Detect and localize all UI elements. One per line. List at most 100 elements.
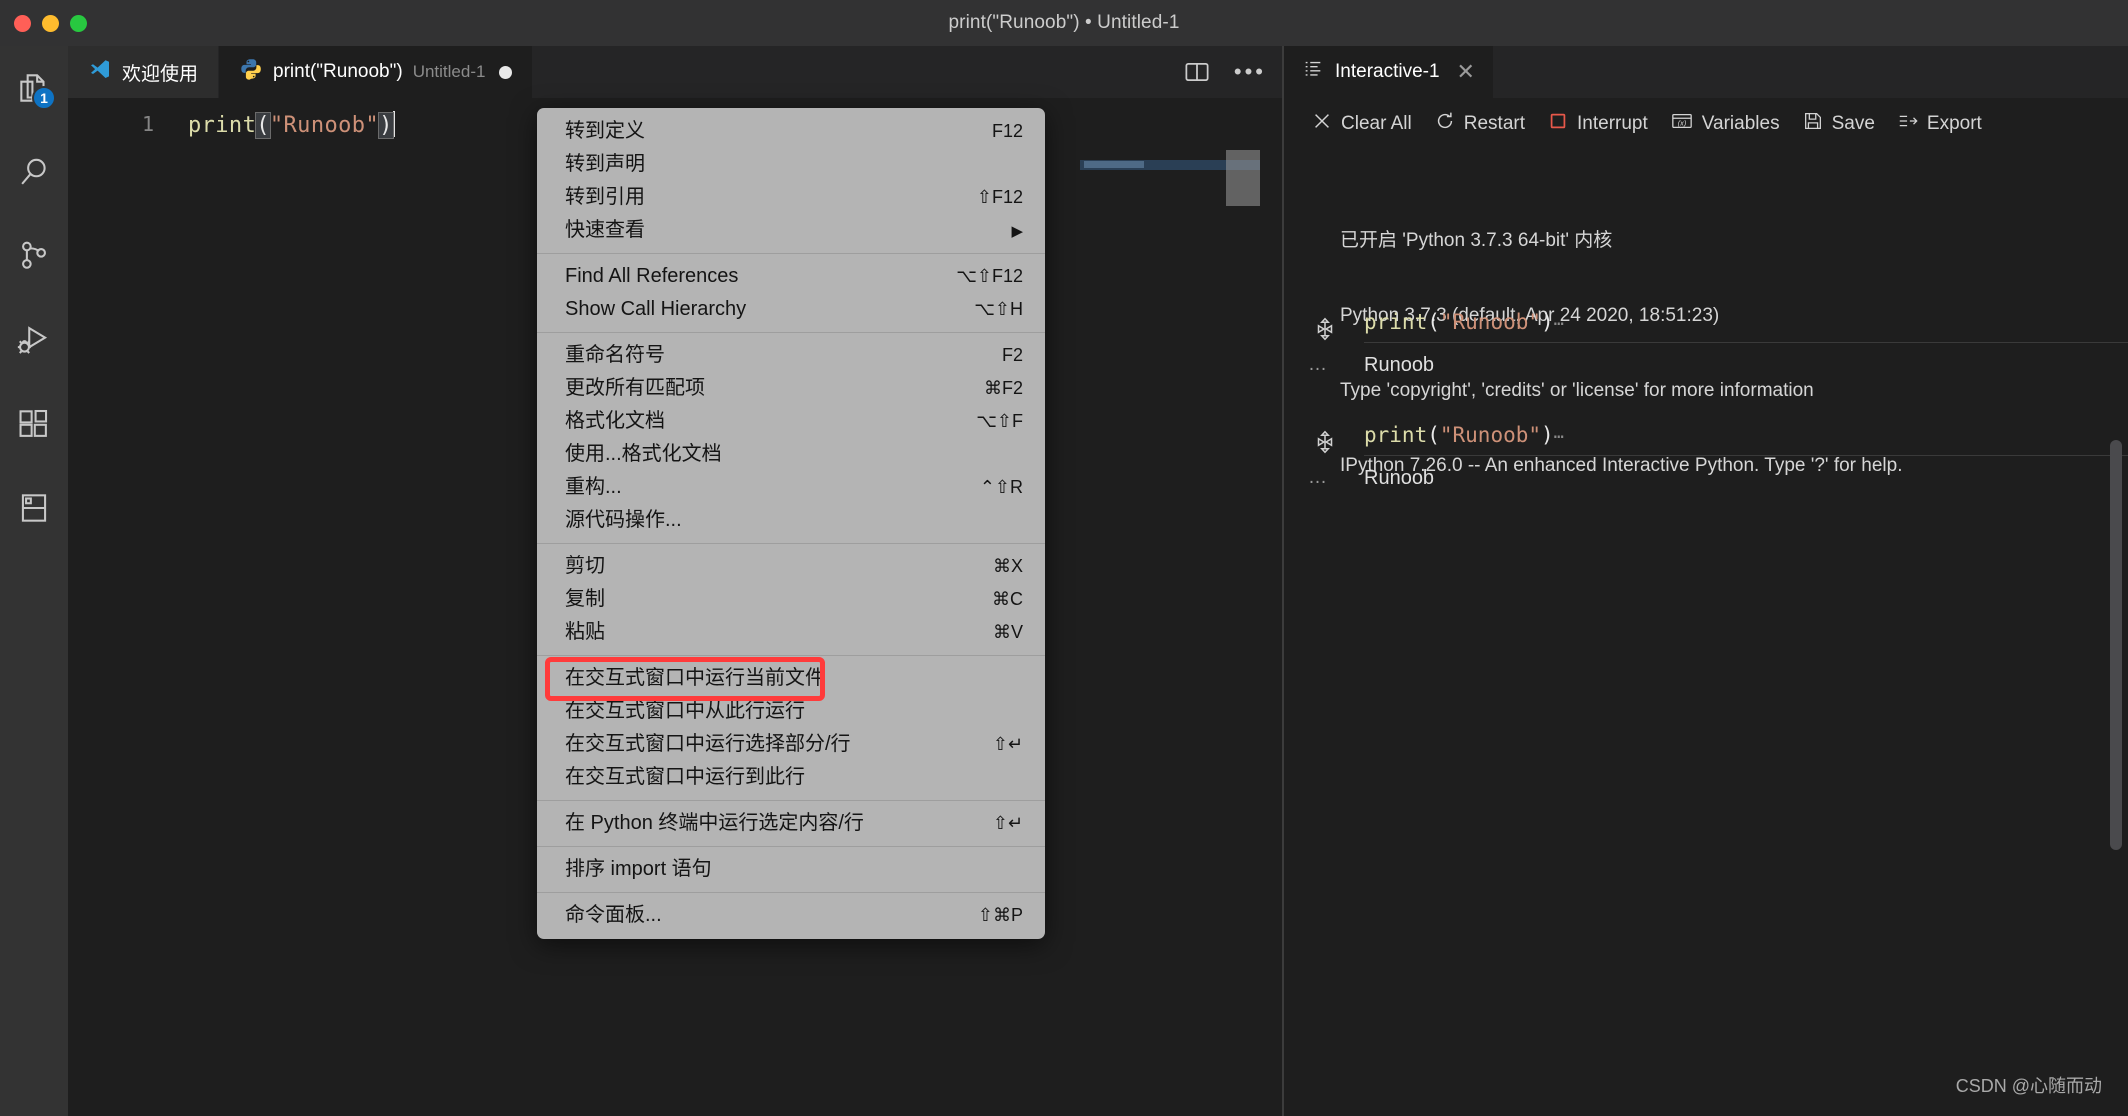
context-menu-item-label: 快速查看 <box>565 214 645 247</box>
context-menu-item[interactable]: 格式化文档⌥⇧F <box>537 405 1045 438</box>
context-menu-item[interactable]: 在交互式窗口中运行当前文件 <box>537 662 1045 695</box>
sidebar-item-run-and-debug[interactable] <box>0 298 68 382</box>
context-menu-item[interactable]: 粘贴⌘V <box>537 616 1045 649</box>
kernel-line: Type 'copyright', 'credits' or 'license'… <box>1340 378 2100 403</box>
tab-interactive-1[interactable]: Interactive-1 ✕ <box>1284 46 1493 98</box>
restart-label: Restart <box>1464 113 1525 135</box>
cell-output-marker: … <box>1308 467 1329 489</box>
interactive-tab-bar: Interactive-1 ✕ <box>1284 46 2128 98</box>
tab-welcome[interactable]: 欢迎使用 <box>68 46 219 98</box>
context-menu-item-label: 在 Python 终端中运行选定内容/行 <box>565 807 864 840</box>
context-menu-item[interactable]: 排序 import 语句 <box>537 853 1045 886</box>
collapse-cell-icon[interactable] <box>1308 312 1342 346</box>
minimap-slider[interactable] <box>1226 150 1260 206</box>
tab-untitled-1-sublabel: Untitled-1 <box>413 62 486 82</box>
context-menu-item-label: 在交互式窗口中运行到此行 <box>565 761 805 794</box>
editor-scrollbar[interactable] <box>1262 150 1280 1116</box>
more-actions-icon[interactable]: ••• <box>1234 65 1266 79</box>
context-menu-item-shortcut: ⌃⇧R <box>980 477 1023 498</box>
export-button[interactable]: Export <box>1886 104 1993 144</box>
remote-explorer-icon <box>15 489 53 527</box>
context-menu-item[interactable]: 在交互式窗口中运行到此行 <box>537 761 1045 794</box>
sidebar-item-explorer[interactable]: 1 <box>0 46 68 130</box>
context-menu-item[interactable]: Find All References⌥⇧F12 <box>537 260 1045 293</box>
export-label: Export <box>1927 113 1982 135</box>
context-menu-item-shortcut: F12 <box>992 121 1023 142</box>
code-token-string: "Runoob" <box>270 113 379 138</box>
text-caret <box>393 111 395 137</box>
sidebar-item-remote-explorer[interactable] <box>0 466 68 550</box>
title-bar: print("Runoob") • Untitled-1 <box>0 0 2128 46</box>
context-menu-item[interactable]: 源代码操作... <box>537 504 1045 537</box>
context-menu-item[interactable]: 在交互式窗口中从此行运行 <box>537 695 1045 728</box>
interactive-toolbar: Clear All Restart Interrupt <box>1284 98 2128 150</box>
context-menu-item[interactable]: 在 Python 终端中运行选定内容/行 ⇧↵ <box>537 807 1045 840</box>
kernel-line: IPython 7.26.0 -- An enhanced Interactiv… <box>1340 453 2100 478</box>
context-menu-item-shortcut: ⌥⇧F <box>976 411 1023 432</box>
collapse-cell-icon[interactable] <box>1308 425 1342 459</box>
context-menu-item[interactable]: 更改所有匹配项⌘F2 <box>537 372 1045 405</box>
interactive-output-area[interactable]: 已开启 'Python 3.7.3 64-bit' 内核 Python 3.7.… <box>1284 150 2128 1116</box>
save-label: Save <box>1832 113 1875 135</box>
context-menu-item[interactable]: 剪切⌘X <box>537 550 1045 583</box>
interrupt-label: Interrupt <box>1577 113 1648 135</box>
close-icon[interactable]: ✕ <box>1457 61 1475 83</box>
context-menu-item[interactable]: Show Call Hierarchy⌥⇧H <box>537 293 1045 326</box>
clear-all-button[interactable]: Clear All <box>1300 104 1423 144</box>
context-menu-item-shortcut: ⌥⇧H <box>974 299 1023 320</box>
cell-more-icon[interactable]: ⋯ <box>1554 314 1564 334</box>
restart-button[interactable]: Restart <box>1423 104 1536 144</box>
save-button[interactable]: Save <box>1791 104 1886 144</box>
cell-separator <box>1364 342 2128 343</box>
editor-context-menu[interactable]: 转到定义 F12 转到声明转到引用⇧F12快速查看▶ Find All Referen… <box>537 108 1045 939</box>
split-editor-icon[interactable] <box>1182 57 1212 87</box>
context-menu-item-label: 源代码操作... <box>565 504 682 537</box>
variables-button[interactable]: (x) Variables <box>1659 104 1791 144</box>
context-menu-item[interactable]: 转到定义 F12 <box>537 115 1045 148</box>
menu-separator <box>537 800 1045 801</box>
context-menu-item-label: 转到定义 <box>565 115 645 148</box>
context-menu-item-label: 更改所有匹配项 <box>565 372 705 405</box>
context-menu-item-shortcut: ⌘V <box>993 622 1023 643</box>
extensions-icon <box>15 405 53 443</box>
tab-untitled-1[interactable]: print("Runoob") Untitled-1 <box>219 46 533 98</box>
context-menu-item[interactable]: 命令面板...⇧⌘P <box>537 899 1045 932</box>
cell-more-icon[interactable]: ⋯ <box>1554 427 1564 447</box>
line-number: 1 <box>142 112 154 136</box>
watermark: CSDN @心随而动 <box>1956 1072 2102 1098</box>
sidebar-item-source-control[interactable] <box>0 214 68 298</box>
cell-token-function: print <box>1364 423 1427 447</box>
activity-bar: 1 <box>0 46 68 1116</box>
context-menu-item-label: 在交互式窗口中从此行运行 <box>565 695 805 728</box>
context-menu-item[interactable]: 使用...格式化文档 <box>537 438 1045 471</box>
interrupt-button[interactable]: Interrupt <box>1536 104 1659 144</box>
save-icon <box>1802 110 1824 138</box>
editor-tab-bar: 欢迎使用 print("Runoob") Untitled-1 <box>68 46 1282 98</box>
context-menu-item-shortcut: ⌘C <box>992 589 1023 610</box>
context-menu-item-shortcut: ⌥⇧F12 <box>956 266 1023 287</box>
context-menu-item-label: 使用...格式化文档 <box>565 438 722 471</box>
unsaved-indicator[interactable] <box>499 66 512 79</box>
cell-token-open-paren: ( <box>1427 310 1440 334</box>
context-menu-item[interactable]: 转到声明 <box>537 148 1045 181</box>
context-menu-item[interactable]: 在交互式窗口中运行选择部分/行⇧↵ <box>537 728 1045 761</box>
context-menu-item[interactable]: 快速查看▶ <box>537 214 1045 247</box>
context-menu-item-shortcut: ⇧↵ <box>993 813 1023 834</box>
cell-token-open-paren: ( <box>1427 423 1440 447</box>
interactive-scrollbar[interactable] <box>2110 440 2122 850</box>
sidebar-item-search[interactable] <box>0 130 68 214</box>
context-menu-item[interactable]: 重命名符号F2 <box>537 339 1045 372</box>
context-menu-item-label: 在交互式窗口中运行当前文件 <box>565 662 825 695</box>
context-menu-item[interactable]: 复制⌘C <box>537 583 1045 616</box>
sidebar-item-extensions[interactable] <box>0 382 68 466</box>
context-menu-item-shortcut: ⇧↵ <box>993 734 1023 755</box>
minimap-code-marks <box>1084 161 1144 168</box>
restart-icon <box>1434 110 1456 138</box>
context-menu-item[interactable]: 重构...⌃⇧R <box>537 471 1045 504</box>
editor-minimap[interactable] <box>1080 150 1260 1116</box>
menu-separator <box>537 846 1045 847</box>
code-token-close-paren: ) <box>379 113 393 138</box>
cell-separator <box>1364 455 2128 456</box>
kernel-line: 已开启 'Python 3.7.3 64-bit' 内核 <box>1340 228 2100 253</box>
context-menu-item[interactable]: 转到引用⇧F12 <box>537 181 1045 214</box>
